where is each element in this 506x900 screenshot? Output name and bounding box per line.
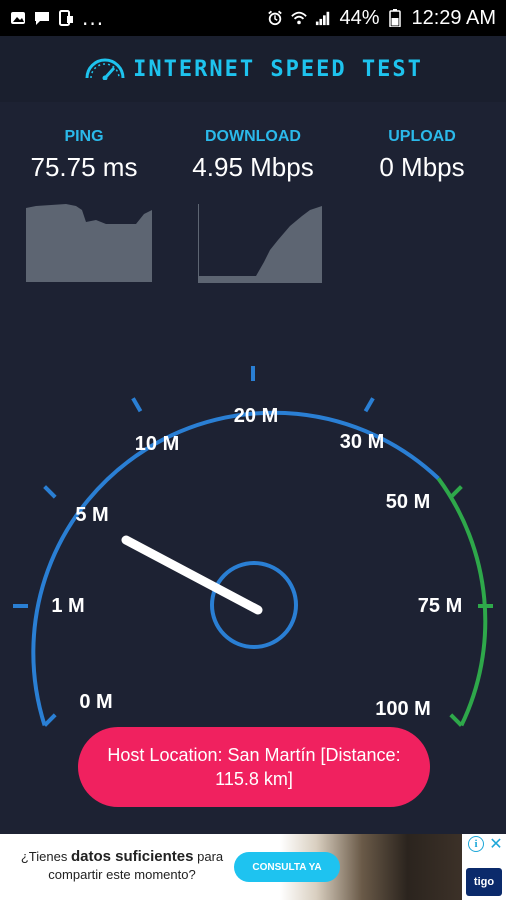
ad-cta-button[interactable]: CONSULTA YA	[234, 852, 340, 882]
ad-banner[interactable]: ¿Tienes datos suficientes para compartir…	[0, 834, 506, 900]
host-location-badge[interactable]: Host Location: San Martín [Distance: 115…	[78, 727, 430, 807]
gauge-label-100: 100 M	[375, 698, 431, 720]
app-notification-icon	[58, 10, 74, 26]
ping-label: PING	[64, 128, 104, 145]
message-notification-icon	[34, 10, 50, 26]
host-location-text: Host Location: San Martín [Distance: 115…	[107, 745, 401, 789]
gauge-tick	[131, 397, 143, 413]
ping-graph	[26, 204, 152, 282]
gauge-label-1: 1 M	[51, 595, 84, 617]
upload-stat: UPLOAD 0 Mbps	[358, 128, 486, 183]
gauge-label-5: 5 M	[75, 504, 108, 526]
gauge-label-20: 20 M	[234, 405, 278, 427]
download-value: 4.95 Mbps	[192, 152, 314, 182]
gauge-tick	[43, 485, 57, 499]
wifi-icon	[291, 10, 308, 26]
download-graph	[198, 204, 322, 283]
gauge-tick	[43, 713, 57, 727]
gauge-label-50: 50 M	[386, 491, 430, 513]
upload-value: 0 Mbps	[379, 152, 465, 182]
download-label: DOWNLOAD	[205, 128, 301, 145]
gauge-label-75: 75 M	[418, 595, 462, 617]
ad-info-icon[interactable]: i	[468, 836, 484, 852]
alarm-icon	[267, 10, 283, 26]
status-bar-left: ...	[10, 6, 104, 30]
ping-stat: PING 75.75 ms	[24, 128, 144, 183]
ad-text: ¿Tienes datos suficientes para compartir…	[12, 848, 232, 884]
more-notifications-indicator: ...	[82, 6, 105, 30]
signal-icon	[315, 10, 331, 26]
gauge-tick	[449, 713, 463, 727]
download-stat: DOWNLOAD 4.95 Mbps	[178, 128, 328, 183]
app-title: INTERNET SPEED TEST	[133, 56, 423, 82]
battery-icon	[387, 9, 403, 27]
ad-close-icon[interactable]: ✕	[488, 834, 504, 853]
gauge-label-0: 0 M	[79, 691, 112, 713]
ad-text-mid: para	[193, 849, 224, 864]
ad-text-bold: datos suficientes	[70, 848, 194, 865]
status-bar: ... 44% 12:29 AM	[0, 0, 506, 36]
speed-gauge: 0 M 1 M 5 M 10 M 20 M 30 M 50 M 75 M 100…	[13, 366, 493, 727]
gauge-tick	[363, 397, 375, 413]
ping-value: 75.75 ms	[30, 152, 138, 182]
app-header: INTERNET SPEED TEST	[0, 36, 506, 102]
battery-percent: 44%	[339, 6, 380, 29]
gauge-needle	[121, 535, 263, 615]
ad-text-prefix: ¿Tienes	[20, 849, 71, 864]
clock: 12:29 AM	[411, 6, 496, 29]
gauge-label-10: 10 M	[135, 433, 179, 455]
upload-label: UPLOAD	[388, 128, 456, 145]
gauge-tick	[449, 485, 463, 499]
gauge-label-30: 30 M	[340, 431, 384, 453]
status-bar-right: 44% 12:29 AM	[267, 7, 496, 30]
ad-brand-logo: tigo	[466, 868, 502, 896]
ad-text-line2: compartir este momento?	[48, 867, 196, 882]
image-notification-icon	[10, 10, 26, 26]
speedometer-logo-icon	[83, 54, 127, 84]
